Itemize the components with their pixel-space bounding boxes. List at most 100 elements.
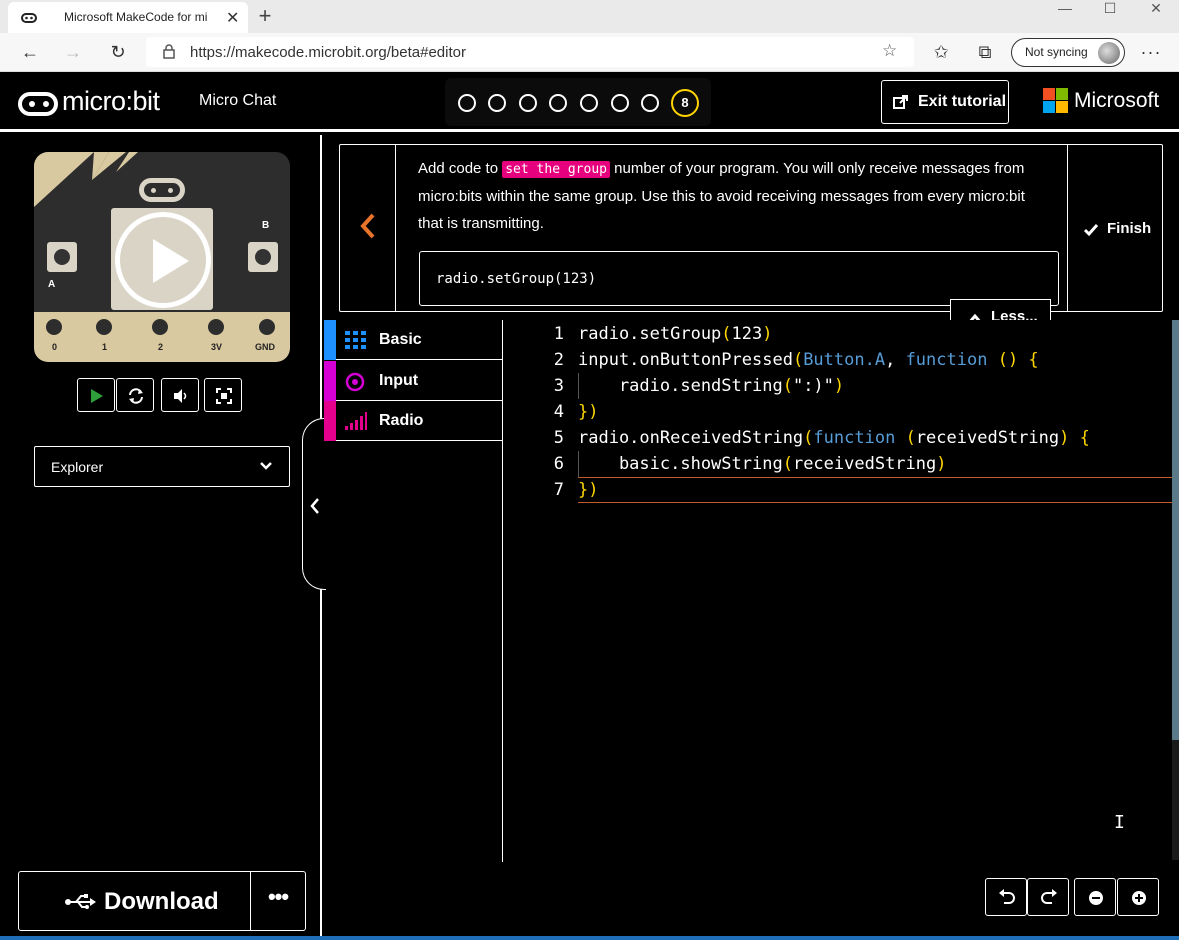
code-line[interactable]: input.onButtonPressed(Button.A, function… <box>578 350 1039 370</box>
instruction-text: Add code to <box>418 160 503 177</box>
finish-label: Finish <box>1107 220 1152 237</box>
favorites-icon[interactable]: ✩ <box>928 40 954 66</box>
external-link-icon <box>893 95 908 109</box>
code-editor[interactable]: 1 2 3 4 5 6 7 radio.setGroup(123) input.… <box>504 320 1179 862</box>
pin-gnd[interactable] <box>256 316 278 338</box>
download-more-button[interactable]: ••• <box>251 871 306 931</box>
browser-tab-bar: Microsoft MakeCode for mi ✕ + — ☐ ✕ <box>0 0 1179 33</box>
pin-2[interactable] <box>149 316 171 338</box>
avatar <box>1098 42 1120 64</box>
finish-button[interactable]: Finish <box>1067 145 1163 311</box>
collapse-simulator-handle[interactable] <box>302 418 326 590</box>
code-line[interactable]: basic.showString(receivedString) <box>578 454 947 474</box>
toolbox-category-radio[interactable]: Radio <box>324 401 502 441</box>
editor-scrollbar[interactable] <box>1172 320 1179 740</box>
sync-label: Not syncing <box>1025 45 1088 59</box>
button-b[interactable] <box>248 242 278 272</box>
tutorial-code-snippet: radio.setGroup(123) <box>419 251 1059 306</box>
back-icon[interactable]: ← <box>17 40 43 66</box>
app-header: micro:bit Micro Chat 8 Exit tutorial Mic… <box>0 72 1179 132</box>
line-number: 3 <box>553 376 564 396</box>
redo-button[interactable] <box>1027 878 1069 916</box>
undo-button[interactable] <box>985 878 1027 916</box>
tutorial-card: Add code to set the group number of your… <box>339 144 1163 312</box>
chevron-left-icon <box>310 498 319 514</box>
logo-text: micro:bit <box>62 86 160 116</box>
step-dot[interactable] <box>611 94 629 112</box>
address-bar: ← → ↻ https://makecode.microbit.org/beta… <box>0 33 1179 72</box>
fullscreen-button[interactable] <box>204 378 242 412</box>
undo-icon <box>999 889 1015 904</box>
profile-sync-button[interactable]: Not syncing <box>1011 38 1125 67</box>
pin-label: 1 <box>102 342 108 352</box>
minimize-icon[interactable]: — <box>1042 0 1088 18</box>
maximize-icon[interactable]: ☐ <box>1087 0 1133 18</box>
explorer-dropdown[interactable]: Explorer <box>34 446 290 487</box>
code-line[interactable]: }) <box>578 480 598 500</box>
step-dot[interactable] <box>519 94 537 112</box>
step-dot[interactable] <box>580 94 598 112</box>
tutorial-instructions: Add code to set the group number of your… <box>418 155 1048 237</box>
code-line[interactable]: }) <box>578 402 598 422</box>
toolbox-category-input[interactable]: Input <box>324 361 502 401</box>
signal-icon <box>345 412 367 430</box>
close-tab-icon[interactable]: ✕ <box>226 8 239 28</box>
play-icon <box>91 389 103 403</box>
line-number: 4 <box>553 402 564 422</box>
play-icon[interactable] <box>115 212 211 308</box>
pin-3v[interactable] <box>205 316 227 338</box>
refresh-icon <box>129 388 143 404</box>
zoom-in-button[interactable] <box>1117 878 1159 916</box>
step-dot[interactable] <box>488 94 506 112</box>
line-number: 6 <box>553 454 564 474</box>
explorer-label: Explorer <box>51 459 104 475</box>
pin-0[interactable] <box>43 316 65 338</box>
download-button[interactable]: Download <box>18 871 251 931</box>
block-highlight: set the group <box>502 161 610 178</box>
pin-1[interactable] <box>93 316 115 338</box>
pin-label: 3V <box>211 342 223 352</box>
microbit-simulator[interactable]: A B 0 1 2 3V GND <box>34 152 290 362</box>
run-simulator-button[interactable] <box>77 378 115 412</box>
category-label: Input <box>379 372 419 389</box>
button-b-label: B <box>262 220 270 231</box>
code-line[interactable]: radio.onReceivedString(function (receive… <box>578 428 1090 448</box>
favorite-star-icon[interactable]: ☆ <box>882 41 897 61</box>
restart-simulator-button[interactable] <box>116 378 154 412</box>
exit-tutorial-button[interactable]: Exit tutorial <box>881 80 1009 124</box>
code-line[interactable]: radio.sendString(":)") <box>578 376 844 396</box>
previous-step-button[interactable] <box>340 145 396 311</box>
brand-text: Microsoft <box>1074 89 1160 112</box>
download-label: Download <box>104 888 219 915</box>
mute-button[interactable] <box>161 378 199 412</box>
microbit-favicon-icon <box>21 13 37 23</box>
collections-icon[interactable]: ⧉ <box>972 40 998 66</box>
line-number: 7 <box>553 480 564 500</box>
url-field[interactable]: https://makecode.microbit.org/beta#edito… <box>146 37 914 67</box>
usb-icon <box>65 894 96 909</box>
target-icon <box>345 372 365 392</box>
code-snippet-text: radio.setGroup(123) <box>436 271 597 287</box>
step-dot[interactable] <box>549 94 567 112</box>
zoom-out-button[interactable] <box>1074 878 1116 916</box>
step-dot[interactable] <box>458 94 476 112</box>
browser-tab[interactable]: Microsoft MakeCode for mi ✕ <box>8 2 248 33</box>
pin-label: 2 <box>158 342 164 352</box>
new-tab-icon[interactable]: + <box>255 3 275 29</box>
current-step-badge[interactable]: 8 <box>671 89 699 117</box>
close-window-icon[interactable]: ✕ <box>1133 0 1179 18</box>
category-label: Radio <box>379 412 424 429</box>
microbit-face-icon <box>139 178 185 202</box>
toolbox-category-basic[interactable]: Basic <box>324 320 502 360</box>
forward-icon[interactable]: → <box>60 40 86 66</box>
step-dot[interactable] <box>641 94 659 112</box>
line-number: 1 <box>553 324 564 344</box>
button-a[interactable] <box>47 242 77 272</box>
pin-label: GND <box>255 342 275 352</box>
tab-title: Microsoft MakeCode for mi <box>64 10 208 24</box>
code-line[interactable]: radio.setGroup(123) <box>578 324 773 344</box>
redo-icon <box>1041 889 1057 904</box>
refresh-icon[interactable]: ↻ <box>105 40 131 66</box>
more-options-icon[interactable]: ··· <box>1138 40 1164 66</box>
url-text: https://makecode.microbit.org/beta#edito… <box>190 44 466 61</box>
